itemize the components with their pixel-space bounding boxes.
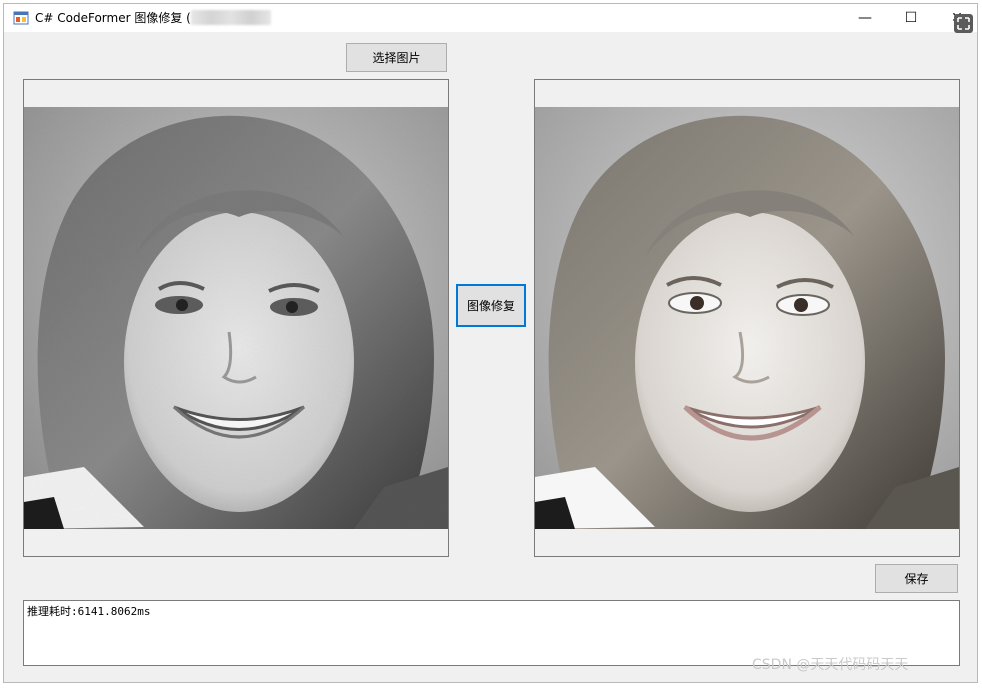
watermark: CSDN @天天代码码天天 (752, 657, 909, 673)
output-portrait-image (535, 107, 959, 529)
title-redacted (191, 10, 271, 25)
title-bar: C# CodeFormer 图像修复 ( — ☐ ✕ (4, 4, 977, 33)
input-image-box (23, 79, 449, 557)
app-icon (13, 10, 29, 26)
minimize-button[interactable]: — (842, 4, 888, 32)
maximize-icon: ☐ (904, 10, 918, 26)
save-button[interactable]: 保存 (875, 564, 958, 593)
input-portrait-image (24, 107, 448, 529)
output-image-box (534, 79, 960, 557)
expand-icon[interactable] (954, 14, 973, 33)
window-title: C# CodeFormer 图像修复 ( (35, 11, 191, 25)
minimize-icon: — (858, 10, 872, 26)
app-window: C# CodeFormer 图像修复 ( — ☐ ✕ 选择图片 (3, 3, 978, 683)
select-image-button[interactable]: 选择图片 (346, 43, 447, 72)
inference-time-text: 推理耗时:6141.8062ms (27, 605, 151, 618)
maximize-button[interactable]: ☐ (888, 4, 934, 32)
restore-button[interactable]: 图像修复 (456, 284, 526, 327)
